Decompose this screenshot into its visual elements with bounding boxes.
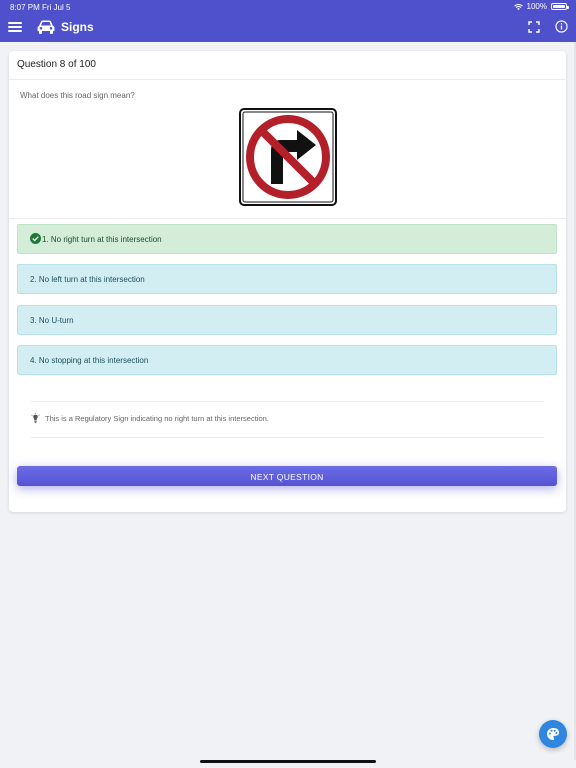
home-indicator[interactable] (200, 760, 376, 763)
explanation-text: This is a Regulatory Sign indicating no … (45, 414, 269, 423)
lightbulb-icon (31, 413, 40, 424)
status-bar: 8:07 PM Fri Jul 5 100% (0, 0, 576, 14)
status-indicators: 100% (513, 2, 569, 11)
divider (9, 218, 566, 219)
check-circle-icon (30, 233, 41, 245)
no-right-turn-sign-image (239, 108, 337, 206)
status-date: Fri Jul 5 (42, 3, 71, 12)
hamburger-menu-icon[interactable] (8, 20, 22, 34)
car-icon (37, 20, 55, 34)
theme-palette-button[interactable] (539, 720, 567, 748)
app-bar: Signs (0, 14, 576, 42)
palette-icon (547, 728, 559, 740)
divider (31, 401, 544, 402)
battery-icon (551, 3, 569, 10)
app-title: Signs (61, 20, 94, 34)
answer-option-3[interactable]: 3. No U-turn (17, 305, 557, 335)
question-card: Question 8 of 100 What does this road si… (9, 51, 566, 512)
answer-label: 1. No right turn at this intersection (42, 235, 162, 244)
wifi-icon (513, 3, 523, 10)
explanation: This is a Regulatory Sign indicating no … (31, 413, 269, 424)
answer-option-2[interactable]: 2. No left turn at this intersection (17, 264, 557, 294)
answer-label: 3. No U-turn (30, 316, 74, 325)
fullscreen-icon[interactable] (528, 21, 540, 33)
answer-label: 2. No left turn at this intersection (30, 275, 145, 284)
status-time: 8:07 PM (10, 3, 40, 12)
battery-percent: 100% (526, 2, 547, 11)
divider (31, 437, 544, 438)
question-prompt: What does this road sign mean? (20, 91, 135, 100)
question-counter: Question 8 of 100 (9, 51, 566, 80)
answer-label: 4. No stopping at this intersection (30, 356, 149, 365)
next-question-button[interactable]: NEXT QUESTION (17, 466, 557, 486)
info-icon[interactable] (555, 20, 568, 33)
answer-option-4[interactable]: 4. No stopping at this intersection (17, 345, 557, 375)
answer-option-1[interactable]: 1. No right turn at this intersection (17, 224, 557, 254)
